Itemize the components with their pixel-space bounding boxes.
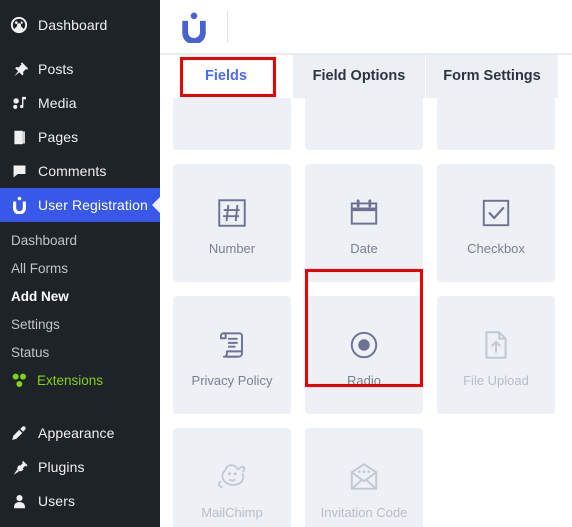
tab-label: Field Options	[312, 68, 406, 84]
number-icon	[215, 191, 249, 235]
submenu-item-label: Extensions	[37, 372, 104, 388]
tab-label: Fields	[205, 68, 247, 84]
sidebar-item-users[interactable]: Users	[0, 484, 160, 518]
user-registration-logo	[179, 11, 209, 43]
pin-icon	[9, 59, 29, 79]
submenu-item-label: All Forms	[11, 260, 68, 276]
sidebar-item-plugins[interactable]: Plugins	[0, 450, 160, 484]
privacy-policy-icon	[215, 323, 249, 367]
sidebar-item-appearance[interactable]: Appearance	[0, 416, 160, 450]
field-card-label: Radio	[347, 372, 381, 388]
field-card-label: File Upload	[463, 372, 529, 388]
submenu-item-status[interactable]: Status	[0, 338, 160, 366]
tab-form-settings[interactable]: Form Settings	[426, 54, 559, 98]
sidebar-item-pages[interactable]: Pages	[0, 120, 160, 154]
field-card-mailchimp[interactable]: MailChimp	[173, 428, 291, 527]
submenu-item-label: Dashboard	[11, 232, 78, 248]
field-card-file-upload[interactable]: File Upload	[437, 296, 555, 414]
tabs-underline	[160, 54, 572, 55]
field-card-number[interactable]: Number	[173, 164, 291, 282]
field-card-label: Date	[350, 240, 378, 256]
submenu-item-label: Status	[11, 344, 50, 360]
media-icon	[9, 93, 29, 113]
sidebar-item-label: Media	[38, 95, 77, 111]
field-card-empty-slot	[437, 428, 555, 527]
sidebar-group-bottom: Appearance Plugins Users	[0, 410, 160, 518]
submenu-item-label: Add New	[11, 288, 69, 304]
tab-fields[interactable]: Fields	[160, 54, 293, 98]
plugins-icon	[9, 457, 29, 477]
sidebar-item-label: Comments	[38, 163, 107, 179]
fields-grid-scroll-area[interactable]: Number Date Checkbox Privacy Policy Radi…	[160, 98, 572, 527]
sidebar-item-label: Plugins	[38, 459, 85, 475]
sidebar-item-user-registration[interactable]: User Registration	[0, 188, 160, 222]
sidebar-item-label: User Registration	[38, 197, 148, 213]
field-card[interactable]	[173, 98, 291, 150]
field-card[interactable]	[437, 98, 555, 150]
submenu-item-all-forms[interactable]: All Forms	[0, 254, 160, 282]
sidebar-item-label: Users	[38, 493, 76, 509]
extensions-icon	[9, 370, 29, 390]
sidebar-item-label: Appearance	[38, 425, 115, 441]
comments-icon	[9, 161, 29, 181]
radio-icon	[347, 323, 381, 367]
field-card-radio[interactable]: Radio	[305, 296, 423, 414]
field-card-label: Privacy Policy	[191, 372, 273, 388]
file-upload-icon	[479, 323, 513, 367]
builder-tabs: Fields Field Options Form Settings	[160, 54, 572, 98]
checkbox-icon	[479, 191, 513, 235]
form-builder-panel: Fields Field Options Form Settings Numbe…	[160, 0, 572, 527]
submenu-item-add-new[interactable]: Add New	[0, 282, 160, 310]
admin-sidebar: Dashboard Posts Media Pages Comments Use…	[0, 0, 160, 527]
fields-grid: Number Date Checkbox Privacy Policy Radi…	[173, 98, 555, 527]
sidebar-item-dashboard[interactable]: Dashboard	[0, 8, 160, 42]
wordpress-admin-screen: Dashboard Posts Media Pages Comments Use…	[0, 0, 572, 527]
field-card-label: MailChimp	[201, 504, 263, 520]
tab-label: Form Settings	[443, 68, 541, 84]
user-registration-icon	[9, 195, 29, 215]
invitation-code-icon	[347, 455, 381, 499]
sidebar-item-posts[interactable]: Posts	[0, 52, 160, 86]
field-card-date[interactable]: Date	[305, 164, 423, 282]
field-card-invitation-code[interactable]: Invitation Code	[305, 428, 423, 527]
field-card-label: Invitation Code	[320, 504, 408, 520]
date-icon	[347, 191, 381, 235]
topbar-divider	[227, 10, 228, 43]
field-card[interactable]	[305, 98, 423, 150]
sidebar-divider	[0, 402, 160, 410]
sidebar-item-media[interactable]: Media	[0, 86, 160, 120]
users-icon	[9, 491, 29, 511]
active-menu-arrow-icon	[152, 197, 160, 213]
field-card-checkbox[interactable]: Checkbox	[437, 164, 555, 282]
tab-field-options[interactable]: Field Options	[293, 54, 426, 98]
sidebar-item-label: Posts	[38, 61, 74, 77]
field-card-privacy-policy[interactable]: Privacy Policy	[173, 296, 291, 414]
sidebar-item-label: Dashboard	[38, 17, 108, 33]
field-card-label: Checkbox	[467, 240, 525, 256]
sidebar-item-label: Pages	[38, 129, 79, 145]
user-registration-submenu: Dashboard All Forms Add New Settings Sta…	[0, 222, 160, 402]
submenu-item-settings[interactable]: Settings	[0, 310, 160, 338]
dashboard-icon	[9, 15, 29, 35]
pages-icon	[9, 127, 29, 147]
submenu-item-extensions[interactable]: Extensions	[0, 366, 160, 394]
submenu-item-label: Settings	[11, 316, 60, 332]
mailchimp-icon	[215, 455, 249, 499]
sidebar-item-comments[interactable]: Comments	[0, 154, 160, 188]
field-card-label: Number	[208, 240, 256, 256]
submenu-item-dashboard[interactable]: Dashboard	[0, 226, 160, 254]
appearance-icon	[9, 423, 29, 443]
builder-topbar	[160, 0, 572, 54]
